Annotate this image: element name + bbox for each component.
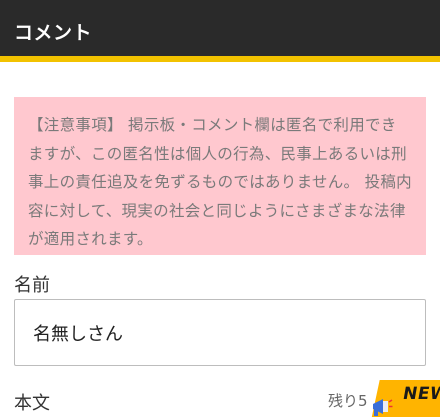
body-label: 本文: [14, 393, 50, 414]
notice-text: 【注意事項】 掲示板・コメント欄は匿名で利用できますが、この匿名性は個人の行為、…: [28, 116, 412, 248]
notice-box: 【注意事項】 掲示板・コメント欄は匿名で利用できますが、この匿名性は個人の行為、…: [14, 97, 426, 255]
new-badge-label: NEW: [401, 384, 440, 404]
page-title: コメント: [14, 22, 93, 44]
name-input[interactable]: [14, 299, 426, 366]
app-header: コメント: [0, 0, 440, 62]
remaining-count: 残り5: [328, 392, 368, 410]
name-label: 名前: [14, 275, 50, 296]
megaphone-icon: [373, 399, 393, 416]
new-badge[interactable]: NEW: [371, 374, 440, 417]
